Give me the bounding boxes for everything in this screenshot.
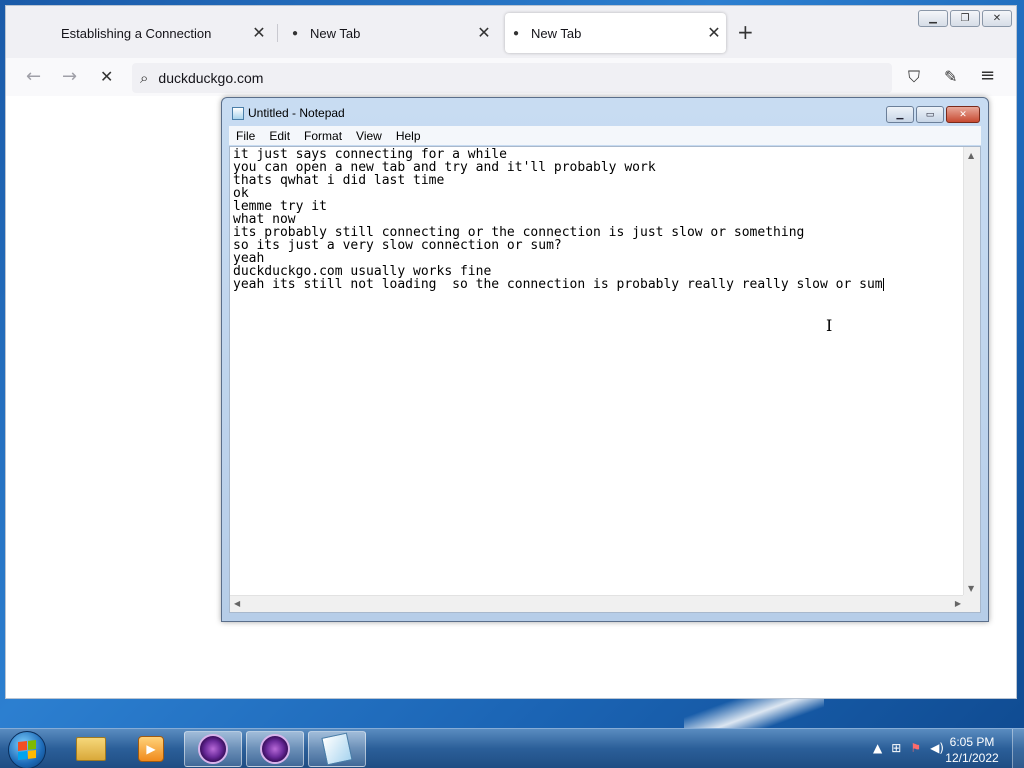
text-line: ok (233, 186, 249, 201)
menu-view[interactable]: View (349, 129, 389, 143)
taskbar-file-explorer[interactable] (62, 731, 120, 767)
media-player-icon: ▶ (138, 736, 164, 762)
text-line-content: yeah its still not loading so the connec… (233, 277, 883, 292)
notepad-window: Untitled - Notepad ▁ ▭ ✕ File Edit Forma… (221, 97, 989, 622)
tab-establishing-connection[interactable]: Establishing a Connection ✕ (61, 13, 271, 53)
network-icon[interactable]: ⊞ (891, 741, 901, 755)
tab-new-tab-1[interactable]: ● New Tab ✕ (284, 13, 496, 53)
menu-format[interactable]: Format (297, 129, 349, 143)
tab-label: New Tab (310, 25, 361, 41)
taskbar: ▶ ▲ ⊞ ⚑ ◀) 6:05 PM 12/1/2022 (0, 728, 1024, 768)
search-icon: ⌕ (140, 69, 149, 87)
stop-loading-icon[interactable]: ✕ (100, 67, 113, 86)
menu-file[interactable]: File (229, 129, 262, 143)
forward-arrow-icon[interactable]: → (62, 66, 77, 87)
scroll-down-icon[interactable]: ▼ (968, 584, 974, 593)
taskbar-tor-browser-2[interactable] (246, 731, 304, 767)
close-icon[interactable]: ✕ (472, 23, 496, 43)
minimize-button[interactable]: ▁ (886, 106, 914, 123)
scroll-left-icon[interactable]: ◀ (234, 599, 240, 608)
address-bar[interactable]: ⌕ duckduckgo.com (132, 63, 892, 93)
show-desktop-button[interactable] (1012, 729, 1024, 768)
horizontal-scrollbar[interactable]: ◀ ▶ (230, 595, 965, 612)
minimize-button[interactable]: ▁ (918, 10, 948, 27)
taskbar-tor-browser-1[interactable] (184, 731, 242, 767)
windows-logo-icon (18, 740, 36, 760)
notepad-titlebar: Untitled - Notepad (232, 106, 345, 120)
nav-toolbar: ← → ✕ ⌕ duckduckgo.com ⛉ ✎ ≡ (6, 58, 1016, 96)
notepad-menubar: File Edit Format View Help (229, 126, 981, 145)
show-hidden-icons-icon[interactable]: ▲ (873, 741, 882, 755)
tab-new-tab-2-active[interactable]: ● New Tab ✕ (505, 13, 726, 53)
notepad-icon (232, 106, 244, 120)
text-line: lemme try it (233, 199, 327, 214)
extensions-icon[interactable]: ✎ (944, 67, 957, 86)
close-icon[interactable]: ✕ (247, 23, 271, 43)
close-button[interactable]: ✕ (982, 10, 1012, 27)
menu-edit[interactable]: Edit (262, 129, 297, 143)
clock-date: 12/1/2022 (945, 751, 999, 765)
scroll-up-icon[interactable]: ▲ (968, 151, 974, 160)
close-icon[interactable]: ✕ (702, 23, 726, 43)
start-button[interactable] (8, 731, 46, 768)
text-line-last: yeah its still not loading so the connec… (233, 278, 961, 291)
browser-window-controls: ▁ ❐ ✕ (918, 10, 1012, 27)
text-editor-area[interactable]: it just says connecting for a while you c… (229, 146, 981, 613)
loading-dot-icon: ● (291, 27, 299, 39)
ibeam-cursor-icon: I (826, 316, 833, 335)
taskbar-notepad[interactable] (308, 731, 366, 767)
hamburger-menu-icon[interactable]: ≡ (980, 65, 995, 86)
loading-dot-icon: ● (512, 27, 520, 39)
action-center-flag-icon[interactable]: ⚑ (910, 741, 921, 755)
tor-browser-icon (260, 734, 290, 764)
folder-icon (76, 737, 106, 761)
system-clock[interactable]: 6:05 PM 12/1/2022 (942, 734, 1002, 766)
window-title: Untitled - Notepad (248, 106, 345, 120)
url-text[interactable]: duckduckgo.com (158, 70, 263, 86)
shield-icon[interactable]: ⛉ (908, 67, 920, 87)
tab-label: Establishing a Connection (61, 25, 212, 41)
menu-help[interactable]: Help (389, 129, 428, 143)
notepad-icon (321, 732, 353, 766)
maximize-button[interactable]: ❐ (950, 10, 980, 27)
maximize-button[interactable]: ▭ (916, 106, 944, 123)
system-tray: ▲ ⊞ ⚑ ◀) (873, 741, 944, 755)
tab-strip: Establishing a Connection ✕ ● New Tab ✕ … (6, 6, 1016, 58)
editor-text[interactable]: it just says connecting for a while you c… (233, 148, 961, 593)
text-line: so its just a very slow connection or su… (233, 238, 562, 253)
text-caret (882, 278, 884, 291)
text-line: thats qwhat i did last time (233, 173, 445, 188)
back-arrow-icon[interactable]: ← (26, 66, 41, 87)
clock-time: 6:05 PM (949, 735, 995, 749)
taskbar-media-player[interactable]: ▶ (122, 731, 180, 767)
close-button[interactable]: ✕ (946, 106, 980, 123)
tab-label: New Tab (531, 25, 582, 41)
vertical-scrollbar[interactable]: ▲ ▼ (963, 147, 980, 597)
tor-browser-icon (198, 734, 228, 764)
new-tab-button[interactable]: + (737, 22, 754, 42)
scroll-right-icon[interactable]: ▶ (955, 599, 961, 608)
resize-grip[interactable] (963, 595, 980, 612)
notepad-window-controls: ▁ ▭ ✕ (886, 106, 980, 123)
tab-divider (277, 24, 278, 42)
